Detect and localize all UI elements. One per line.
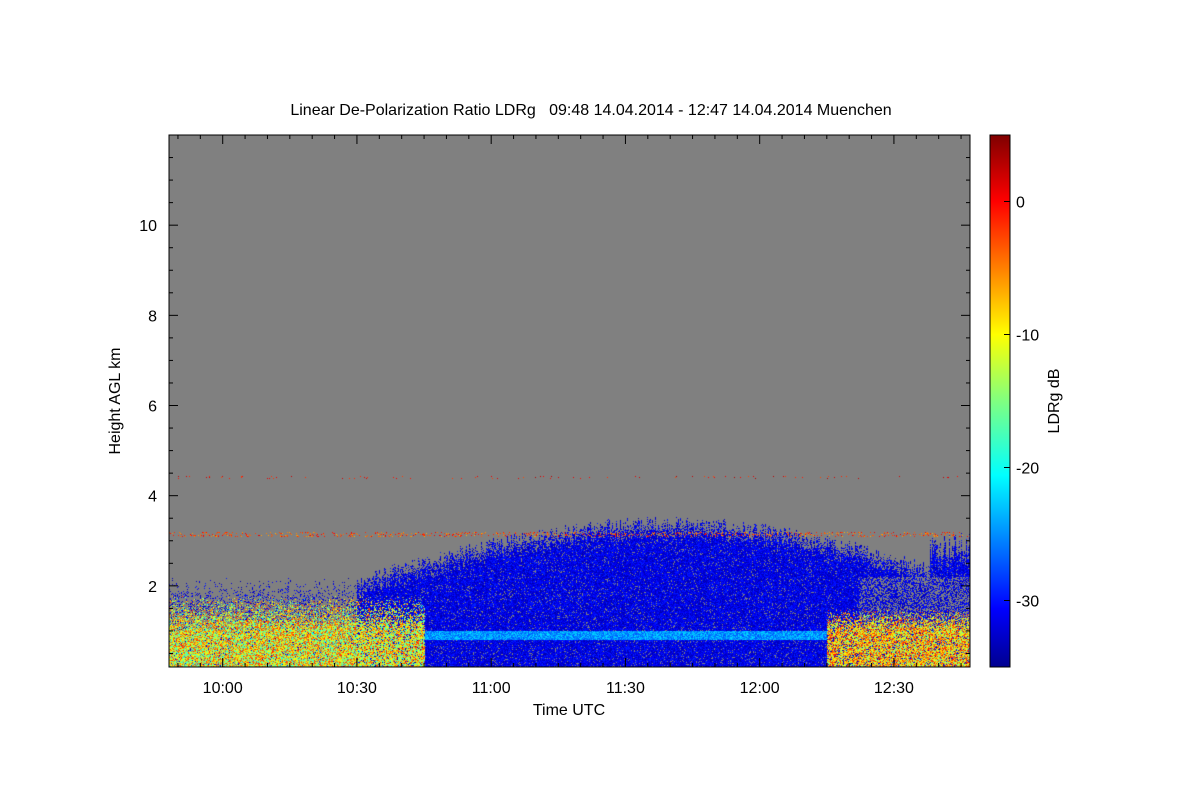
colorbar-tick-label: -30 (1016, 594, 1039, 611)
colorbar: 0 -10 -20 -30 LDRg dB (989, 134, 1063, 668)
colorbar-tick-label: -20 (1016, 461, 1039, 478)
x-tick-label: 10:00 (203, 680, 243, 697)
chart-title: Linear De-Polarization Ratio LDRg 09:48 … (290, 102, 891, 119)
colorbar-tick-label: -10 (1016, 328, 1039, 345)
x-tick-label: 11:00 (472, 680, 511, 697)
heatmap-image (169, 135, 970, 667)
x-tick-label: 10:30 (337, 680, 377, 697)
x-tick-label: 12:30 (874, 680, 914, 697)
y-axis-label: Height AGL km (107, 347, 124, 454)
colorbar-label: LDRg dB (1046, 369, 1063, 434)
y-tick-label: 6 (148, 399, 157, 416)
colorbar-tick-label: 0 (1016, 195, 1025, 212)
x-tick-label: 12:00 (740, 680, 780, 697)
ldr-time-height-chart: Linear De-Polarization Ratio LDRg 09:48 … (107, 102, 1063, 719)
x-tick-label: 11:30 (606, 680, 645, 697)
x-axis-label: Time UTC (533, 702, 605, 719)
y-tick-label: 4 (148, 489, 157, 506)
y-tick-label: 2 (148, 579, 157, 596)
colorbar-gradient (989, 134, 1011, 668)
y-tick-label: 10 (139, 218, 157, 235)
y-tick-label: 8 (148, 308, 157, 325)
